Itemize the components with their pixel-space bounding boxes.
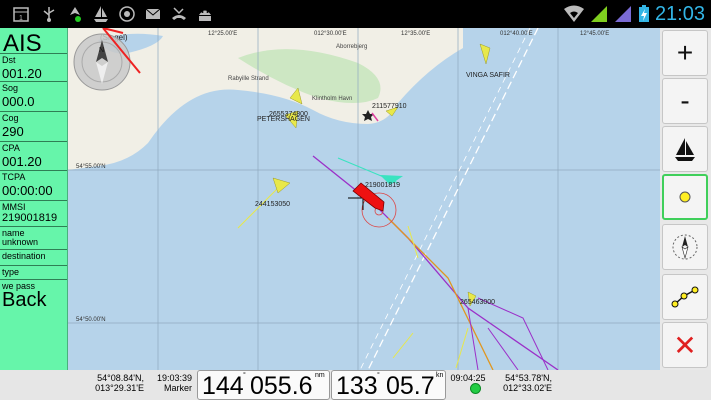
place-label: Rabyille Strand xyxy=(228,76,269,82)
marker-label: Marker xyxy=(163,383,192,393)
wifi-icon xyxy=(564,5,584,22)
zoom-in-button[interactable]: + xyxy=(662,30,708,76)
svg-text:N: N xyxy=(99,47,104,54)
nav-icon xyxy=(70,7,81,22)
grid-label: 12°35.00'E xyxy=(401,31,430,37)
compass-rose[interactable]: N xyxy=(73,33,131,91)
place-label: Aborrebjerg xyxy=(336,44,367,50)
field-destination: destination xyxy=(0,249,67,265)
field-mmsi: MMSI 219001819 xyxy=(0,200,67,226)
waypoint-icon xyxy=(679,191,691,203)
ship-position: 54°53.78'N, 012°33.02'E xyxy=(500,373,552,393)
waypoint-button[interactable] xyxy=(662,174,708,220)
course-value: 133 xyxy=(336,372,378,400)
field-value: 001.20 xyxy=(2,66,42,81)
compass-button[interactable] xyxy=(662,224,708,270)
field-name: name unknown xyxy=(0,226,67,249)
field-label: type xyxy=(2,267,20,277)
zoom-out-button[interactable]: - xyxy=(662,78,708,124)
degree-unit: ° xyxy=(377,372,380,379)
navigation-bar: 54°08.84'N, 013°29.31'E 19:03:39 Marker … xyxy=(0,370,711,400)
marker-time: 19:03:39 xyxy=(156,373,192,383)
android-icon xyxy=(199,10,211,21)
cursor-position: 54°08.84'N, 013°29.31'E xyxy=(92,373,144,393)
svg-text:1: 1 xyxy=(19,15,23,22)
sailboat-icon xyxy=(94,6,108,22)
usb-icon xyxy=(43,7,55,22)
latitude-text: 54°53.78'N, xyxy=(505,373,552,383)
status-bar: 1 21:03 xyxy=(0,0,711,28)
vessel-label: 219001819 xyxy=(365,182,400,189)
vessel-label: 211577910 xyxy=(372,103,407,110)
longitude-text: 013°29.31'E xyxy=(95,383,144,393)
place-label: Klintholm Havn xyxy=(312,96,352,102)
mail-icon xyxy=(145,8,161,19)
field-value: unknown xyxy=(2,237,39,247)
field-value: 219001819 xyxy=(2,212,58,224)
close-button[interactable]: ✕ xyxy=(662,322,708,368)
clock: 21:03 xyxy=(654,3,705,25)
disc-icon xyxy=(119,6,135,22)
plus-icon: + xyxy=(676,37,694,68)
vessel-label: 244153050 xyxy=(255,201,290,208)
chart-map[interactable]: 12°25.00'E 012°30.00'E 12°35.00'E 012°40… xyxy=(68,27,660,371)
missed-call-icon xyxy=(172,7,186,20)
course-speed-box[interactable]: 133 ° 05.7 kn xyxy=(331,370,446,400)
field-value: 000.0 xyxy=(2,94,35,109)
map-toolbar: + - ✕ xyxy=(660,28,711,370)
calendar-icon: 1 xyxy=(13,7,29,22)
route-button[interactable] xyxy=(662,274,708,320)
grid-label: 12°45.00'E xyxy=(580,31,609,37)
field-cog: Cog 290 xyxy=(0,111,67,141)
field-label: destination xyxy=(2,251,46,261)
field-label: CPA xyxy=(2,143,20,153)
battery-charging-icon xyxy=(639,5,649,22)
speed-value: 05.7 xyxy=(386,372,435,400)
route-icon xyxy=(671,286,699,308)
minus-icon: - xyxy=(680,85,690,116)
signal-icon xyxy=(615,6,631,22)
latitude-text: 54°08.84'N, xyxy=(97,373,144,383)
field-label: MMSI xyxy=(2,202,26,212)
grid-label: 012°30.00'E xyxy=(314,31,347,37)
speed-unit: kn xyxy=(436,372,444,379)
grid-label: 54°50.00'N xyxy=(76,317,106,323)
field-label: TCPA xyxy=(2,172,26,182)
ais-info-panel: AIS Dst 001.20 Sog 000.0 Cog 290 CPA 001… xyxy=(0,28,68,370)
field-label: Cog xyxy=(2,113,19,123)
field-dst: Dst 001.20 xyxy=(0,53,67,81)
vessel-label: PETERSHAGEN xyxy=(257,116,310,123)
field-label: Sog xyxy=(2,83,19,93)
distance-value: 055.6 xyxy=(250,372,313,400)
close-icon: ✕ xyxy=(673,329,697,361)
field-value: 290 xyxy=(2,124,24,139)
back-button[interactable]: Back xyxy=(2,289,46,312)
field-type: type xyxy=(0,265,67,280)
gps-status-icon xyxy=(470,383,481,394)
field-value: 001.20 xyxy=(2,154,42,169)
field-value: 00:00:00 xyxy=(2,183,53,198)
grid-label: 54°55.00'N xyxy=(76,164,106,170)
distance-unit: nm xyxy=(315,372,325,379)
vessel-label: 265463000 xyxy=(460,299,495,306)
degree-unit: ° xyxy=(243,372,246,379)
bearing-value: 144 xyxy=(202,372,244,400)
field-label: Dst xyxy=(2,55,16,65)
signal-icon xyxy=(591,6,607,22)
vessel-label: VINGA SAFIR xyxy=(466,72,510,79)
marker-info[interactable]: 19:03:39 Marker xyxy=(152,373,192,393)
sailboat-button[interactable] xyxy=(662,126,708,172)
bearing-distance-box[interactable]: 144 ° 055.6 nm xyxy=(197,370,330,400)
grid-label: 12°25.00'E xyxy=(208,31,237,37)
field-cpa: CPA 001.20 xyxy=(0,141,67,170)
sailboat-icon xyxy=(675,138,695,161)
compass-icon xyxy=(672,234,698,260)
longitude-text: 012°33.02'E xyxy=(503,383,552,393)
map-canvas[interactable]: 12°25.00'E 012°30.00'E 12°35.00'E 012°40… xyxy=(68,27,660,371)
field-tcpa: TCPA 00:00:00 xyxy=(0,170,67,200)
eta-time: 09:04:25 xyxy=(450,373,486,383)
field-sog: Sog 000.0 xyxy=(0,81,67,111)
